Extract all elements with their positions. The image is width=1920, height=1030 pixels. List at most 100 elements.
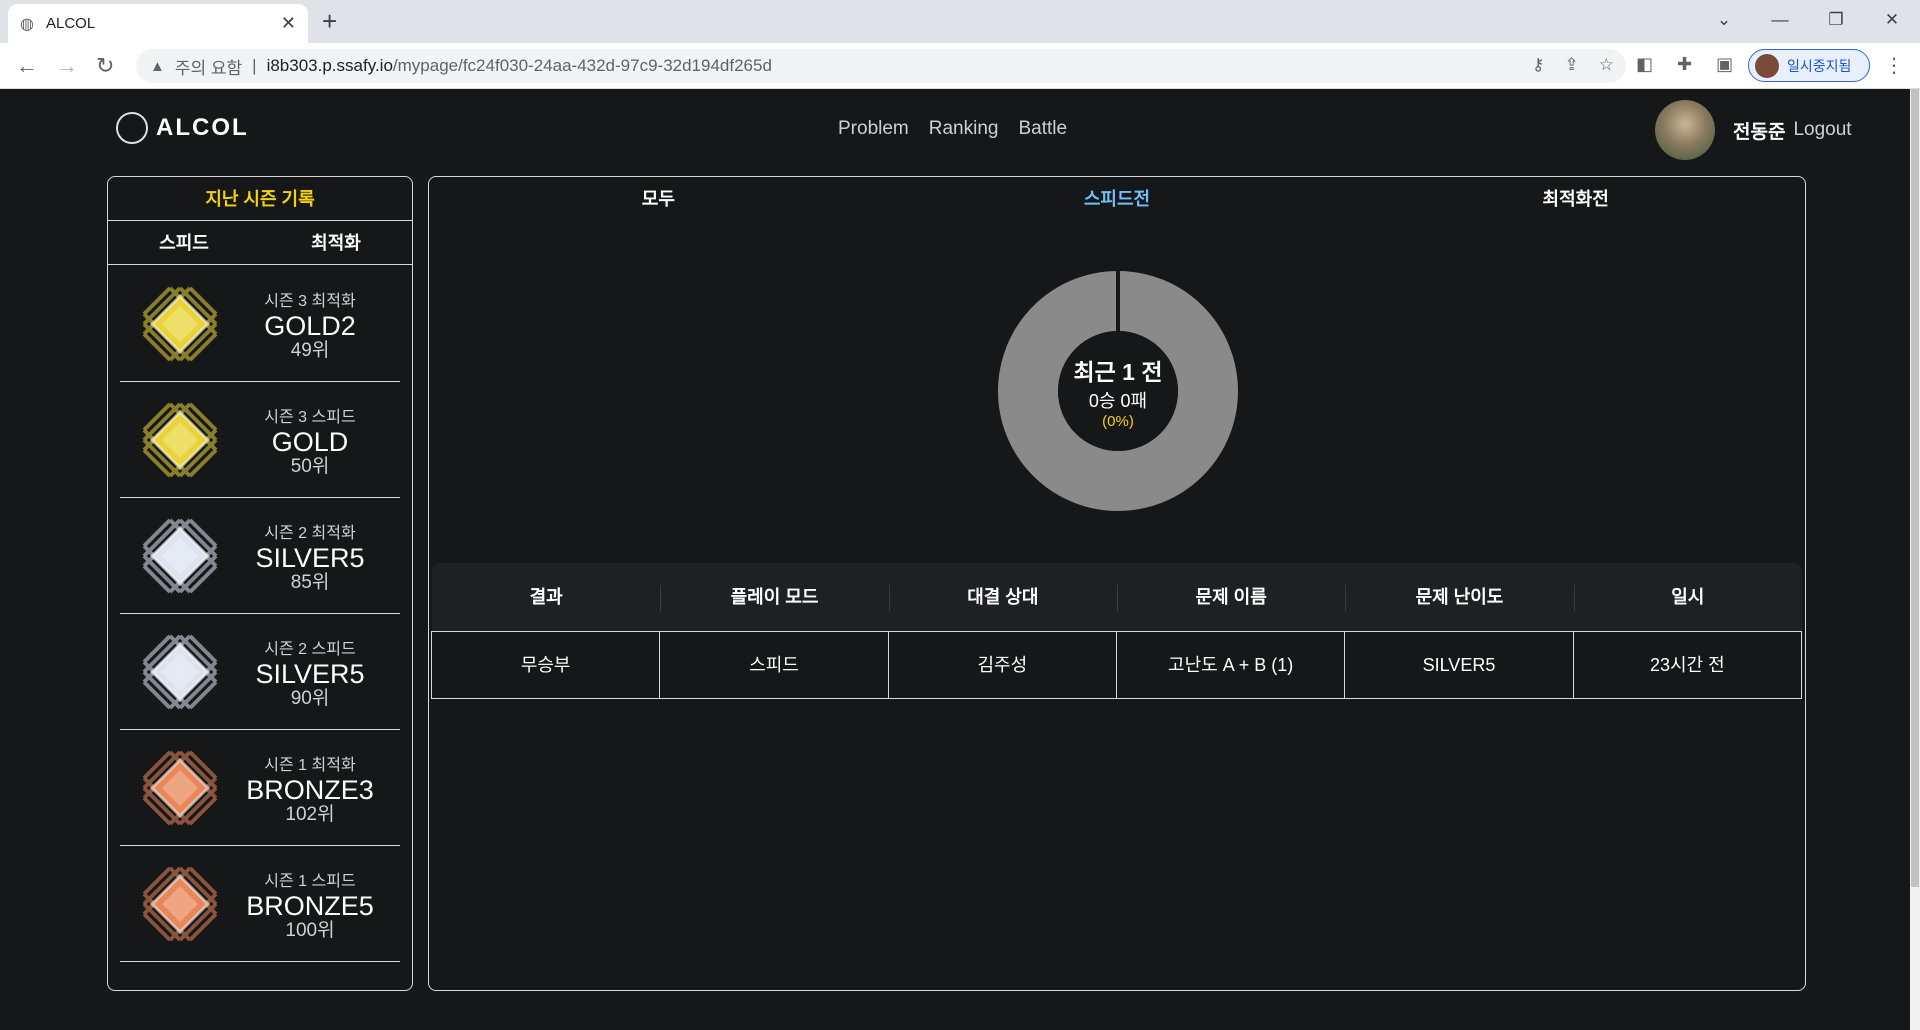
table-cell: 고난도 A + B (1) bbox=[1115, 631, 1346, 699]
season-info: 시즌 2 최적화 SILVER5 85위 bbox=[220, 519, 400, 593]
url-path: /mypage/fc24f030-24aa-432d-97c9-32d194df… bbox=[392, 56, 772, 75]
column-header: 문제 이름 bbox=[1116, 563, 1345, 631]
season-rank: 90위 bbox=[290, 687, 330, 709]
season-record-item: 시즌 1 최적화 BRONZE3 102위 bbox=[120, 730, 400, 846]
nav-battle[interactable]: Battle bbox=[1018, 118, 1067, 140]
season-rank: 85위 bbox=[290, 571, 330, 593]
season-info: 시즌 3 스피드 GOLD 50위 bbox=[220, 403, 400, 477]
gold-badge-icon bbox=[142, 402, 218, 477]
season-record-item: 시즌 2 스피드 SILVER5 90위 bbox=[120, 614, 400, 730]
tab-search-icon[interactable]: ⌄ bbox=[1696, 0, 1752, 40]
season-label: 시즌 2 스피드 bbox=[264, 640, 356, 658]
column-header: 일시 bbox=[1573, 563, 1802, 631]
close-tab-icon[interactable]: ✕ bbox=[281, 13, 296, 34]
url-domain: i8b303.p.ssafy.io bbox=[266, 56, 393, 75]
season-label: 시즌 3 최적화 bbox=[264, 292, 356, 310]
season-info: 시즌 1 최적화 BRONZE3 102위 bbox=[220, 751, 400, 825]
table-cell: 스피드 bbox=[659, 631, 889, 699]
browser-tab[interactable]: ◍ ALCOL ✕ bbox=[8, 4, 308, 43]
battle-history-table: 결과 플레이 모드 대결 상대 문제 이름 문제 난이도 일시 무승부 스피드 김주성 고난도 … bbox=[431, 563, 1802, 699]
column-header: 대결 상대 bbox=[888, 563, 1117, 631]
silver-badge-icon bbox=[142, 634, 218, 709]
browser-toolbar: ← → ↻ ▲ 주의 요함 | i8b303.p.ssafy.io/mypage… bbox=[0, 43, 1920, 89]
past-season-title: 지난 시즌 기록 bbox=[108, 177, 412, 221]
user-area: 전동준 Logout bbox=[1655, 100, 1852, 160]
omnibox-actions: ⚷ ⇪ ☆ bbox=[1532, 55, 1614, 75]
season-record-item: 시즌 3 최적화 GOLD2 49위 bbox=[120, 266, 400, 382]
table-header: 결과 플레이 모드 대결 상대 문제 이름 문제 난이도 일시 bbox=[432, 563, 1802, 631]
tab-all[interactable]: 모두 bbox=[429, 177, 888, 221]
nav-problem[interactable]: Problem bbox=[838, 118, 909, 140]
table-row[interactable]: 무승부 스피드 김주성 고난도 A + B (1) SILVER5 23시간 전 bbox=[431, 631, 1802, 699]
extension-icons: ◧ ✚ ▣ bbox=[1636, 54, 1733, 75]
new-tab-icon[interactable]: + bbox=[322, 6, 337, 37]
season-label: 시즌 3 스피드 bbox=[264, 408, 356, 426]
logo-text: ALCOL bbox=[156, 114, 249, 141]
warning-icon[interactable]: ▲ bbox=[150, 58, 165, 75]
scrollbar-thumb[interactable] bbox=[1911, 89, 1919, 887]
reload-icon[interactable]: ↻ bbox=[96, 53, 114, 79]
tab-speed[interactable]: 스피드 bbox=[108, 221, 260, 264]
url-text: i8b303.p.ssafy.io/mypage/fc24f030-24aa-4… bbox=[267, 56, 772, 76]
season-tier: GOLD bbox=[271, 426, 349, 457]
address-bar[interactable]: ▲ 주의 요함 | i8b303.p.ssafy.io/mypage/fc24f… bbox=[136, 49, 1626, 83]
season-mode-tabs: 스피드 최적화 bbox=[108, 221, 412, 265]
tab-title: ALCOL bbox=[45, 15, 96, 32]
tab-speed-battle[interactable]: 스피드전 bbox=[888, 177, 1347, 221]
star-icon[interactable]: ☆ bbox=[1599, 55, 1614, 75]
season-label: 시즌 1 스피드 bbox=[264, 872, 356, 890]
season-record-item: 시즌 2 최적화 SILVER5 85위 bbox=[120, 498, 400, 614]
nav-ranking[interactable]: Ranking bbox=[929, 118, 999, 140]
season-tier: SILVER5 bbox=[255, 658, 365, 689]
win-percent: (0%) bbox=[1102, 413, 1134, 430]
bronze-badge-icon bbox=[142, 750, 218, 825]
more-menu-icon[interactable]: ⋮ bbox=[1884, 53, 1904, 78]
page-scrollbar[interactable] bbox=[1910, 89, 1920, 1030]
tab-optimize[interactable]: 최적화 bbox=[260, 221, 412, 264]
key-icon[interactable]: ⚷ bbox=[1532, 55, 1544, 75]
table-cell: SILVER5 bbox=[1344, 631, 1574, 699]
season-tier: BRONZE3 bbox=[246, 774, 374, 805]
main-nav: Problem Ranking Battle bbox=[838, 118, 1067, 140]
extension-c-icon[interactable]: ◧ bbox=[1636, 54, 1653, 75]
minimize-icon[interactable]: — bbox=[1752, 0, 1808, 40]
profile-button[interactable]: 일시중지됨 bbox=[1748, 49, 1870, 82]
season-tier: BRONZE5 bbox=[246, 890, 374, 921]
donut-center-text: 최근 1 전 0승 0패 (0%) bbox=[998, 353, 1238, 430]
battle-record-panel: 모두 스피드전 최적화전 최근 1 전 0승 0패 (0%) 결과 플레이 모드 대… bbox=[428, 176, 1806, 991]
restore-icon[interactable]: ❐ bbox=[1808, 0, 1864, 40]
table-body: 무승부 스피드 김주성 고난도 A + B (1) SILVER5 23시간 전 bbox=[431, 631, 1802, 699]
season-label: 시즌 1 최적화 bbox=[264, 756, 356, 774]
season-record-item: 시즌 3 스피드 GOLD 50위 bbox=[120, 382, 400, 498]
tab-optimize-battle[interactable]: 최적화전 bbox=[1346, 177, 1805, 221]
puzzle-icon[interactable]: ✚ bbox=[1677, 54, 1692, 75]
battle-mode-tabs: 모두 스피드전 최적화전 bbox=[429, 177, 1805, 221]
table-cell: 무승부 bbox=[431, 631, 661, 699]
silver-badge-icon bbox=[142, 518, 218, 593]
user-avatar[interactable] bbox=[1655, 100, 1715, 160]
url-separator: | bbox=[252, 56, 257, 75]
window-close-icon[interactable]: ✕ bbox=[1864, 0, 1920, 40]
share-icon[interactable]: ⇪ bbox=[1565, 55, 1579, 75]
recent-games-title: 최근 1 전 bbox=[1073, 359, 1163, 385]
app-logo[interactable]: ALCOL bbox=[116, 112, 249, 144]
forward-icon[interactable]: → bbox=[56, 53, 78, 79]
side-panel-icon[interactable]: ▣ bbox=[1716, 54, 1733, 75]
season-rank: 50위 bbox=[290, 455, 330, 477]
win-loss-record: 0승 0패 bbox=[1088, 391, 1148, 411]
security-label: 주의 요함 bbox=[174, 58, 243, 78]
season-tier: SILVER5 bbox=[255, 542, 365, 573]
back-icon[interactable]: ← bbox=[16, 53, 38, 79]
past-season-panel: 지난 시즌 기록 스피드 최적화 시즌 3 최적화 GOLD2 49위시즌 3 스피… bbox=[107, 176, 413, 991]
season-tier: GOLD2 bbox=[264, 310, 356, 341]
column-header: 문제 난이도 bbox=[1345, 563, 1573, 631]
gold-badge-icon bbox=[142, 286, 218, 361]
user-name[interactable]: 전동준 bbox=[1733, 117, 1785, 144]
column-header: 플레이 모드 bbox=[660, 563, 888, 631]
profile-avatar bbox=[1755, 53, 1779, 78]
season-rank: 102위 bbox=[285, 803, 335, 825]
logout-button[interactable]: Logout bbox=[1793, 119, 1851, 141]
table-cell: 23시간 전 bbox=[1572, 631, 1802, 699]
browser-tabstrip: ◍ ALCOL ✕ + ⌄ — ❐ ✕ bbox=[0, 0, 1920, 43]
season-info: 시즌 1 스피드 BRONZE5 100위 bbox=[220, 867, 400, 941]
